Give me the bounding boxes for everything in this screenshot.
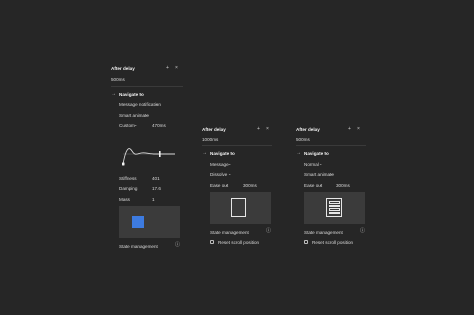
preview-list-row [328, 201, 340, 204]
mass-label: Mass [119, 197, 130, 202]
trigger-label[interactable]: After delay [111, 66, 135, 71]
destination-select[interactable]: Normal [304, 162, 319, 167]
trigger-label[interactable]: After delay [202, 127, 226, 132]
reset-scroll-checkbox[interactable] [210, 240, 214, 244]
chevron-down-icon[interactable]: ⌄ [139, 91, 142, 96]
chevron-down-icon[interactable]: ⌄ [145, 112, 148, 117]
close-icon[interactable]: × [266, 127, 269, 132]
animation-preview [304, 192, 365, 224]
mass-value[interactable]: 1 [152, 197, 155, 202]
plus-icon[interactable]: + [348, 127, 351, 132]
arrow-icon: → [111, 91, 116, 97]
chevron-down-icon[interactable]: ⌄ [319, 182, 322, 187]
plus-icon[interactable]: + [257, 127, 260, 132]
close-icon[interactable]: × [357, 127, 360, 132]
chevron-down-icon[interactable]: ⌄ [155, 101, 158, 106]
stiffness-label: Stiffness [119, 176, 137, 181]
curve-handle-end [159, 151, 161, 157]
state-management-label: State management [304, 230, 343, 235]
divider [111, 86, 183, 87]
info-icon[interactable]: ⓘ [175, 243, 180, 248]
chevron-down-icon[interactable]: ⌄ [225, 182, 228, 187]
preview-frame [326, 198, 342, 217]
damping-value[interactable]: 17.6 [152, 186, 161, 191]
chevron-down-icon[interactable]: ⌄ [319, 161, 322, 166]
chevron-down-icon[interactable]: ⌄ [134, 122, 137, 127]
delay-value[interactable]: 500ms [111, 77, 125, 82]
preview-square [132, 216, 144, 228]
stiffness-value[interactable]: 401 [152, 176, 160, 181]
info-icon[interactable]: ⓘ [266, 229, 271, 234]
duration-value[interactable]: 470ms [152, 123, 166, 128]
divider [296, 145, 366, 146]
preview-list-row [328, 211, 340, 214]
preview-list-row [328, 208, 340, 211]
spring-curve-graph[interactable] [119, 142, 179, 166]
state-management-label: State management [210, 230, 249, 235]
plus-icon[interactable]: + [166, 66, 169, 71]
close-icon[interactable]: × [175, 66, 178, 71]
preview-frame [231, 198, 246, 217]
chevron-down-icon[interactable]: ⌄ [330, 171, 333, 176]
duration-value[interactable]: 300ms [243, 183, 257, 188]
arrow-icon: → [296, 150, 301, 156]
reset-scroll-checkbox[interactable] [304, 240, 308, 244]
reset-scroll-label[interactable]: Reset scroll position [312, 240, 353, 245]
delay-value[interactable]: 500ms [296, 137, 310, 142]
chevron-down-icon[interactable]: ⌄ [324, 150, 327, 155]
destination-select[interactable]: Message [210, 162, 229, 167]
arrow-icon: → [202, 150, 207, 156]
curve-handle-start [122, 162, 125, 166]
duration-value[interactable]: 300ms [336, 183, 350, 188]
animation-preview [210, 192, 271, 224]
divider [202, 145, 272, 146]
damping-label: Damping [119, 186, 138, 191]
delay-value[interactable]: 1000ms [202, 137, 218, 142]
trigger-label[interactable]: After delay [296, 127, 320, 132]
reset-scroll-label[interactable]: Reset scroll position [218, 240, 259, 245]
animation-select[interactable]: Dissolve [210, 172, 227, 177]
state-management-label: State management [119, 244, 158, 249]
info-icon[interactable]: ⓘ [360, 229, 365, 234]
chevron-down-icon[interactable]: ⌄ [228, 161, 231, 166]
easing-select[interactable]: Custom [119, 123, 135, 128]
chevron-down-icon[interactable]: ⌄ [230, 150, 233, 155]
animation-preview [119, 206, 180, 238]
chevron-down-icon[interactable]: ⌄ [228, 171, 231, 176]
preview-list-row [328, 204, 340, 207]
